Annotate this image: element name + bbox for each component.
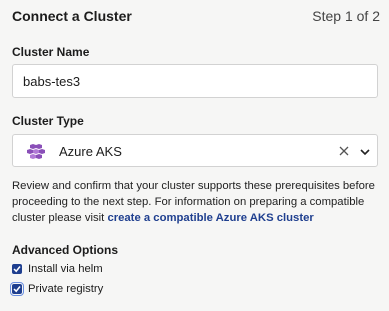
cluster-name-input[interactable] bbox=[12, 64, 378, 98]
install-via-helm-label: Install via helm bbox=[28, 263, 103, 275]
cluster-type-value: Azure AKS bbox=[59, 144, 122, 159]
cluster-type-label: Cluster Type bbox=[12, 114, 84, 128]
chevron-down-icon[interactable] bbox=[359, 145, 371, 157]
prerequisites-description: Review and confirm that your cluster sup… bbox=[12, 178, 382, 226]
private-registry-checkbox[interactable] bbox=[10, 282, 24, 296]
create-cluster-link[interactable]: create a compatible Azure AKS cluster bbox=[107, 212, 313, 224]
clear-icon[interactable] bbox=[337, 144, 351, 158]
cluster-name-label: Cluster Name bbox=[12, 45, 90, 59]
cluster-type-select[interactable]: Azure AKS bbox=[12, 134, 378, 167]
step-indicator: Step 1 of 2 bbox=[312, 8, 380, 24]
header: Connect a Cluster Step 1 of 2 bbox=[12, 7, 380, 25]
azure-aks-logo-icon bbox=[26, 143, 48, 159]
advanced-options-heading: Advanced Options bbox=[12, 243, 119, 257]
page-title: Connect a Cluster bbox=[12, 8, 132, 24]
install-via-helm-checkbox[interactable] bbox=[12, 264, 22, 274]
private-registry-label: Private registry bbox=[28, 283, 104, 295]
